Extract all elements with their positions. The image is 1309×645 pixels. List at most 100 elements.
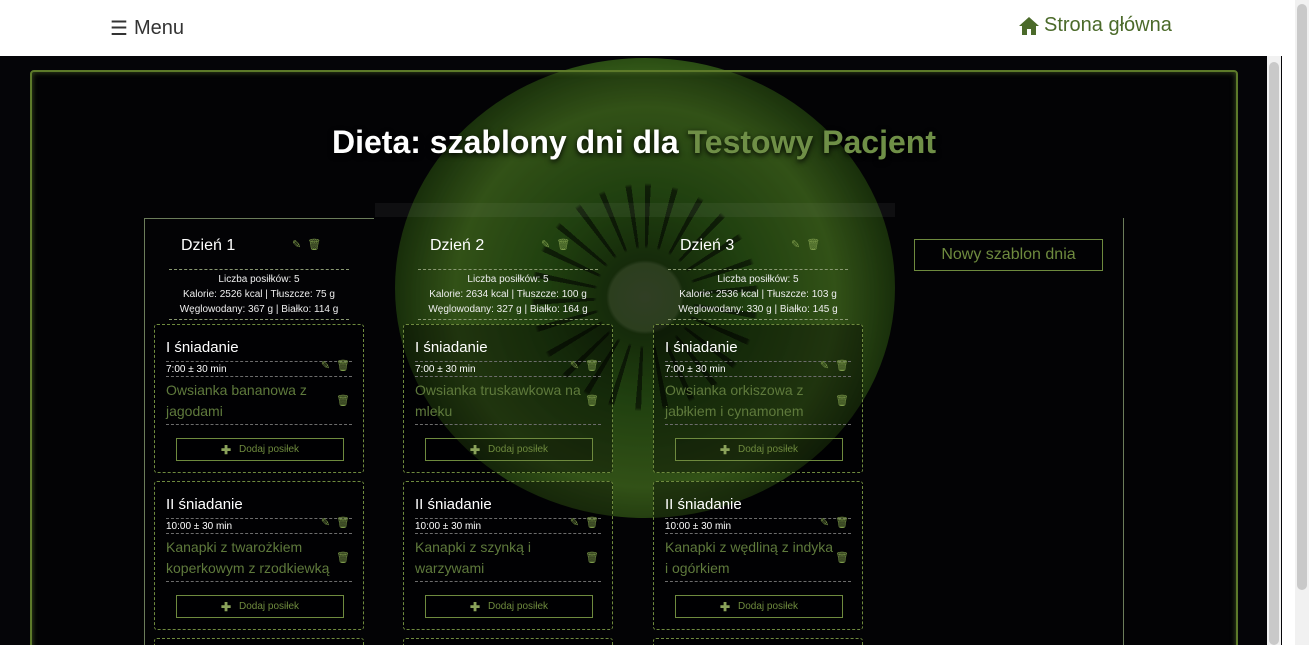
inner-scrollbar-thumb[interactable] <box>1269 62 1279 645</box>
content-area: Dieta: szablony dni dla Testowy Pacjent … <box>0 56 1282 645</box>
edit-meal-icon[interactable]: ✎ <box>321 360 330 372</box>
add-meal-button[interactable]: ✚ Dodaj posiłek <box>675 438 843 461</box>
plus-icon: ✚ <box>719 442 730 457</box>
meal-time: 7:00 ± 30 min <box>166 364 227 375</box>
menu-toggle[interactable]: ☰ Menu <box>110 16 184 41</box>
meal-card: I śniadanie 7:00 ± 30 min ✎ 🗑 Owsianka b… <box>154 324 364 473</box>
day-summary: Liczba posiłków: 5 Kalorie: 2526 kcal | … <box>169 269 349 320</box>
meal-card: I śniadanie 7:00 ± 30 min ✎ 🗑 Owsianka o… <box>653 324 863 473</box>
page-title: Dieta: szablony dni dla Testowy Pacjent <box>332 124 936 160</box>
meal-time: 7:00 ± 30 min <box>415 364 476 375</box>
meal-card: II śniadanie 10:00 ± 30 min ✎ 🗑 Kanapki … <box>154 481 364 630</box>
carbs-protein: Węglowodany: 327 g | Białko: 164 g <box>428 304 588 315</box>
home-icon <box>1018 16 1040 36</box>
meal-card: I śniadanie 7:00 ± 30 min ✎ 🗑 Owsianka t… <box>403 324 613 473</box>
day-summary: Liczba posiłków: 5 Kalorie: 2634 kcal | … <box>418 269 598 320</box>
meal-card: Lunch <box>154 638 364 645</box>
meal-time: 7:00 ± 30 min <box>665 364 726 375</box>
edit-meal-icon[interactable]: ✎ <box>570 360 579 372</box>
menu-label: Menu <box>133 17 184 39</box>
delete-dish-icon[interactable]: 🗑 <box>585 552 599 564</box>
dish-link[interactable]: Kanapki z twarożkiem koperkowym z rzodki… <box>166 537 336 579</box>
home-link[interactable]: Strona główna <box>1018 14 1172 37</box>
delete-dish-icon[interactable]: 🗑 <box>585 395 599 407</box>
delete-meal-icon[interactable]: 🗑 <box>835 517 849 529</box>
meal-count: Liczba posiłków: 5 <box>717 274 799 285</box>
meal-card: II śniadanie 10:00 ± 30 min ✎ 🗑 Kanapki … <box>403 481 613 630</box>
calories-fat: Kalorie: 2634 kcal | Tłuszcze: 100 g <box>429 289 587 300</box>
meal-title: I śniadanie <box>166 339 239 356</box>
add-meal-label: Dodaj posiłek <box>239 601 300 612</box>
edit-meal-icon[interactable]: ✎ <box>321 517 330 529</box>
add-meal-button[interactable]: ✚ Dodaj posiłek <box>176 595 344 618</box>
meal-time: 10:00 ± 30 min <box>665 521 732 532</box>
day-summary: Liczba posiłków: 5 Kalorie: 2536 kcal | … <box>668 269 848 320</box>
delete-meal-icon[interactable]: 🗑 <box>585 360 599 372</box>
meal-title: II śniadanie <box>665 496 742 513</box>
calories-fat: Kalorie: 2526 kcal | Tłuszcze: 75 g <box>183 289 335 300</box>
delete-dish-icon[interactable]: 🗑 <box>835 395 849 407</box>
add-meal-label: Dodaj posiłek <box>488 601 549 612</box>
day-header: Dzień 2 ✎ 🗑 <box>403 219 613 269</box>
delete-day-icon[interactable]: 🗑 <box>806 239 820 251</box>
edit-meal-icon[interactable]: ✎ <box>820 360 829 372</box>
meal-time: 10:00 ± 30 min <box>166 521 233 532</box>
meal-card: II śniadanie 10:00 ± 30 min ✎ 🗑 Kanapki … <box>653 481 863 630</box>
edit-meal-icon[interactable]: ✎ <box>570 517 579 529</box>
delete-dish-icon[interactable]: 🗑 <box>835 552 849 564</box>
day-name: Dzień 3 <box>680 237 735 254</box>
dish-link[interactable]: Owsianka bananowa z jagodami <box>166 380 336 422</box>
add-meal-button[interactable]: ✚ Dodaj posiłek <box>675 595 843 618</box>
plus-icon: ✚ <box>469 599 480 614</box>
edit-day-icon[interactable]: ✎ <box>292 239 301 251</box>
day-header: Dzień 3 ✎ 🗑 <box>653 219 863 269</box>
meal-title: Lunch <box>155 639 363 645</box>
add-meal-button[interactable]: ✚ Dodaj posiłek <box>425 595 593 618</box>
meal-title: II śniadanie <box>166 496 243 513</box>
day-column: Dzień 2 ✎ 🗑 Liczba posiłków: 5 Kalorie: … <box>403 219 613 645</box>
day-name: Dzień 2 <box>430 237 485 254</box>
meal-card: Lunch <box>653 638 863 645</box>
carbs-protein: Węglowodany: 330 g | Białko: 145 g <box>678 304 838 315</box>
delete-meal-icon[interactable]: 🗑 <box>336 360 350 372</box>
delete-dish-icon[interactable]: 🗑 <box>336 395 350 407</box>
day-name: Dzień 1 <box>181 237 236 254</box>
add-meal-button[interactable]: ✚ Dodaj posiłek <box>425 438 593 461</box>
new-day-template-button[interactable]: Nowy szablon dnia <box>914 239 1103 271</box>
day-column: Dzień 1 ✎ 🗑 Liczba posiłków: 5 Kalorie: … <box>154 219 364 645</box>
home-label: Strona główna <box>1044 14 1172 36</box>
calories-fat: Kalorie: 2536 kcal | Tłuszcze: 103 g <box>679 289 837 300</box>
edit-meal-icon[interactable]: ✎ <box>820 517 829 529</box>
meal-count: Liczba posiłków: 5 <box>467 274 549 285</box>
meal-time: 10:00 ± 30 min <box>415 521 482 532</box>
top-navbar: ☰ Menu Strona główna <box>0 0 1295 56</box>
day-header: Dzień 1 ✎ 🗑 <box>154 219 364 269</box>
edit-day-icon[interactable]: ✎ <box>541 239 550 251</box>
meal-title: II śniadanie <box>415 496 492 513</box>
dish-link[interactable]: Owsianka truskawkowa na mleku <box>415 380 585 422</box>
plus-icon: ✚ <box>220 442 231 457</box>
plus-icon: ✚ <box>719 599 730 614</box>
add-meal-button[interactable]: ✚ Dodaj posiłek <box>176 438 344 461</box>
delete-meal-icon[interactable]: 🗑 <box>585 517 599 529</box>
meal-title: I śniadanie <box>665 339 738 356</box>
delete-meal-icon[interactable]: 🗑 <box>835 360 849 372</box>
delete-meal-icon[interactable]: 🗑 <box>336 517 350 529</box>
dish-link[interactable]: Owsianka orkiszowa z jabłkiem i cynamone… <box>665 380 835 422</box>
dish-link[interactable]: Kanapki z szynką i warzywami <box>415 537 585 579</box>
page-scrollbar-thumb[interactable] <box>1297 4 1307 590</box>
edit-day-icon[interactable]: ✎ <box>791 239 800 251</box>
plus-icon: ✚ <box>469 442 480 457</box>
add-meal-label: Dodaj posiłek <box>738 601 799 612</box>
meal-count: Liczba posiłków: 5 <box>218 274 300 285</box>
meal-title: I śniadanie <box>415 339 488 356</box>
add-meal-label: Dodaj posiłek <box>239 444 300 455</box>
delete-day-icon[interactable]: 🗑 <box>556 239 570 251</box>
plus-icon: ✚ <box>220 599 231 614</box>
meal-title: Lunch <box>654 639 862 645</box>
delete-day-icon[interactable]: 🗑 <box>307 239 321 251</box>
delete-dish-icon[interactable]: 🗑 <box>336 552 350 564</box>
dish-link[interactable]: Kanapki z wędliną z indyka i ogórkiem <box>665 537 835 579</box>
add-meal-label: Dodaj posiłek <box>488 444 549 455</box>
carbs-protein: Węglowodany: 367 g | Białko: 114 g <box>179 304 339 315</box>
